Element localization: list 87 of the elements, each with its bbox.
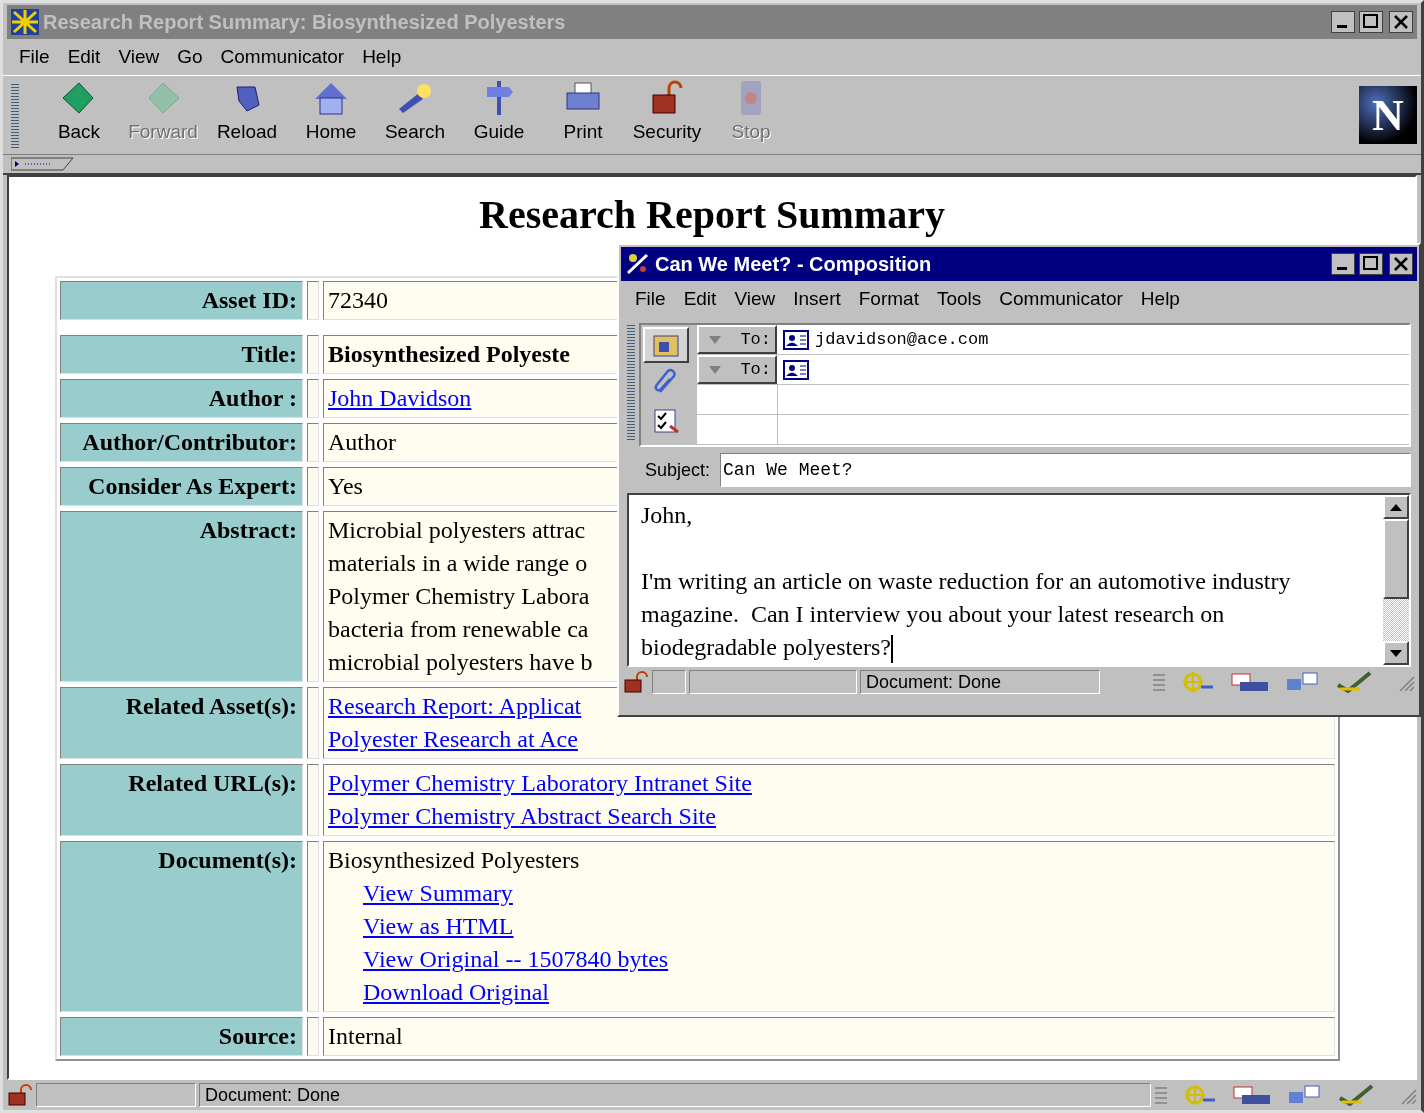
spacer-cell — [307, 423, 319, 462]
caret-icon — [709, 335, 721, 344]
field-label: Author : — [60, 379, 303, 418]
padlock-icon[interactable] — [7, 1084, 33, 1106]
scroll-up-icon[interactable] — [1390, 503, 1402, 511]
recipient-type-button[interactable]: To: — [697, 325, 777, 354]
mailbox-icon[interactable] — [1230, 671, 1270, 693]
close-button[interactable] — [1389, 11, 1413, 33]
menu-item[interactable]: Insert — [785, 286, 849, 312]
spacer-cell — [307, 379, 319, 418]
status-text: Document: Done — [199, 1083, 1151, 1107]
scroll-down-icon[interactable] — [1390, 649, 1402, 657]
minimize-button[interactable] — [1331, 253, 1355, 275]
recipient-type-button[interactable]: To: — [697, 355, 777, 384]
spacer-cell — [307, 335, 319, 374]
menu-item[interactable]: View — [726, 286, 784, 312]
link[interactable]: Polymer Chemistry Abstract Search Site — [328, 800, 716, 833]
logo: N — [1359, 86, 1417, 144]
toolbar-button[interactable]: Security — [625, 79, 709, 151]
caret-icon — [709, 365, 721, 374]
spacer-cell — [307, 764, 319, 836]
address-card-icon[interactable] — [783, 329, 809, 350]
menu-item[interactable]: Tools — [928, 286, 990, 312]
field-label: Document(s): — [60, 841, 303, 1012]
field-label: Source: — [60, 1017, 303, 1056]
drag-handle-icon — [1152, 672, 1166, 692]
field-label: Title: — [60, 335, 303, 374]
status-text: Document: Done — [860, 670, 1100, 694]
menu-item[interactable]: File — [11, 44, 58, 70]
link[interactable]: Polyester Research at Ace — [328, 723, 578, 756]
menu-item[interactable]: File — [627, 286, 674, 312]
minimize-button[interactable] — [1331, 11, 1355, 33]
app-icon — [11, 9, 39, 35]
field-label: Consider As Expert: — [60, 467, 303, 506]
field-label: Abstract: — [60, 511, 303, 682]
menu-item[interactable]: Help — [354, 44, 410, 70]
link[interactable]: View Summary — [363, 877, 513, 910]
toolbar-button[interactable]: Print — [541, 79, 625, 151]
toolbar-button[interactable]: Guide — [457, 79, 541, 151]
page-heading: Research Report Summary — [479, 191, 945, 238]
spacer-cell — [307, 281, 319, 320]
link[interactable]: Download Original — [363, 976, 549, 1009]
spacer-cell — [307, 687, 319, 759]
toolbar-button[interactable]: Back — [37, 79, 121, 151]
field-label: Related Asset(s): — [60, 687, 303, 759]
window-title: Research Report Summary: Biosynthesized Polyesters — [43, 10, 567, 34]
text-cursor — [890, 635, 893, 664]
field-label: Related URL(s): — [60, 764, 303, 836]
menu-item[interactable]: Go — [169, 44, 211, 70]
chat-bubbles-icon[interactable] — [1287, 1084, 1323, 1106]
link[interactable]: View as HTML — [363, 910, 514, 943]
drag-handle-icon — [1154, 1085, 1168, 1105]
menu-item[interactable]: Edit — [675, 286, 725, 312]
window-title: Can We Meet? - Composition — [655, 252, 933, 276]
spacer-cell — [307, 1017, 319, 1056]
field-value: Internal — [323, 1017, 1335, 1056]
field-label: Asset ID: — [60, 281, 303, 320]
document-name: Biosynthesized Polyesters — [328, 846, 580, 875]
toolbar-button[interactable]: Reload — [205, 79, 289, 151]
compose-icon — [625, 252, 651, 276]
spacer-cell — [307, 467, 319, 506]
pen-icon[interactable] — [1336, 671, 1372, 693]
link[interactable]: John Davidson — [328, 382, 472, 415]
link[interactable]: Research Report: Applicat — [328, 690, 582, 723]
chat-bubbles-icon[interactable] — [1285, 671, 1321, 693]
collapsed-toolbar-tab[interactable] — [11, 157, 75, 171]
status-panel — [652, 670, 686, 694]
scrollbar[interactable] — [1383, 495, 1409, 665]
pen-icon[interactable] — [1338, 1084, 1374, 1106]
menu-item[interactable]: Communicator — [212, 44, 353, 70]
subject-field[interactable]: Can We Meet? — [720, 453, 1411, 487]
link[interactable]: Polymer Chemistry Laboratory Intranet Site — [328, 767, 752, 800]
menu-item[interactable]: Help — [1132, 286, 1188, 312]
menu-item[interactable]: View — [110, 44, 168, 70]
menu-item[interactable]: Edit — [59, 44, 109, 70]
toolbar-button[interactable]: Search — [373, 79, 457, 151]
maximize-button[interactable] — [1359, 11, 1383, 33]
close-button[interactable] — [1389, 253, 1413, 275]
menu-item[interactable]: Communicator — [991, 286, 1131, 312]
address-card-icon[interactable] — [783, 359, 809, 380]
mailbox-icon[interactable] — [1232, 1084, 1272, 1106]
field-label: Author/Contributor: — [60, 423, 303, 462]
menu-item[interactable]: Format — [850, 286, 927, 312]
maximize-button[interactable] — [1359, 253, 1383, 275]
padlock-icon[interactable] — [623, 671, 649, 693]
link[interactable]: View Original -- 1507840 bytes — [363, 943, 669, 976]
toolbar-button[interactable]: Home — [289, 79, 373, 151]
